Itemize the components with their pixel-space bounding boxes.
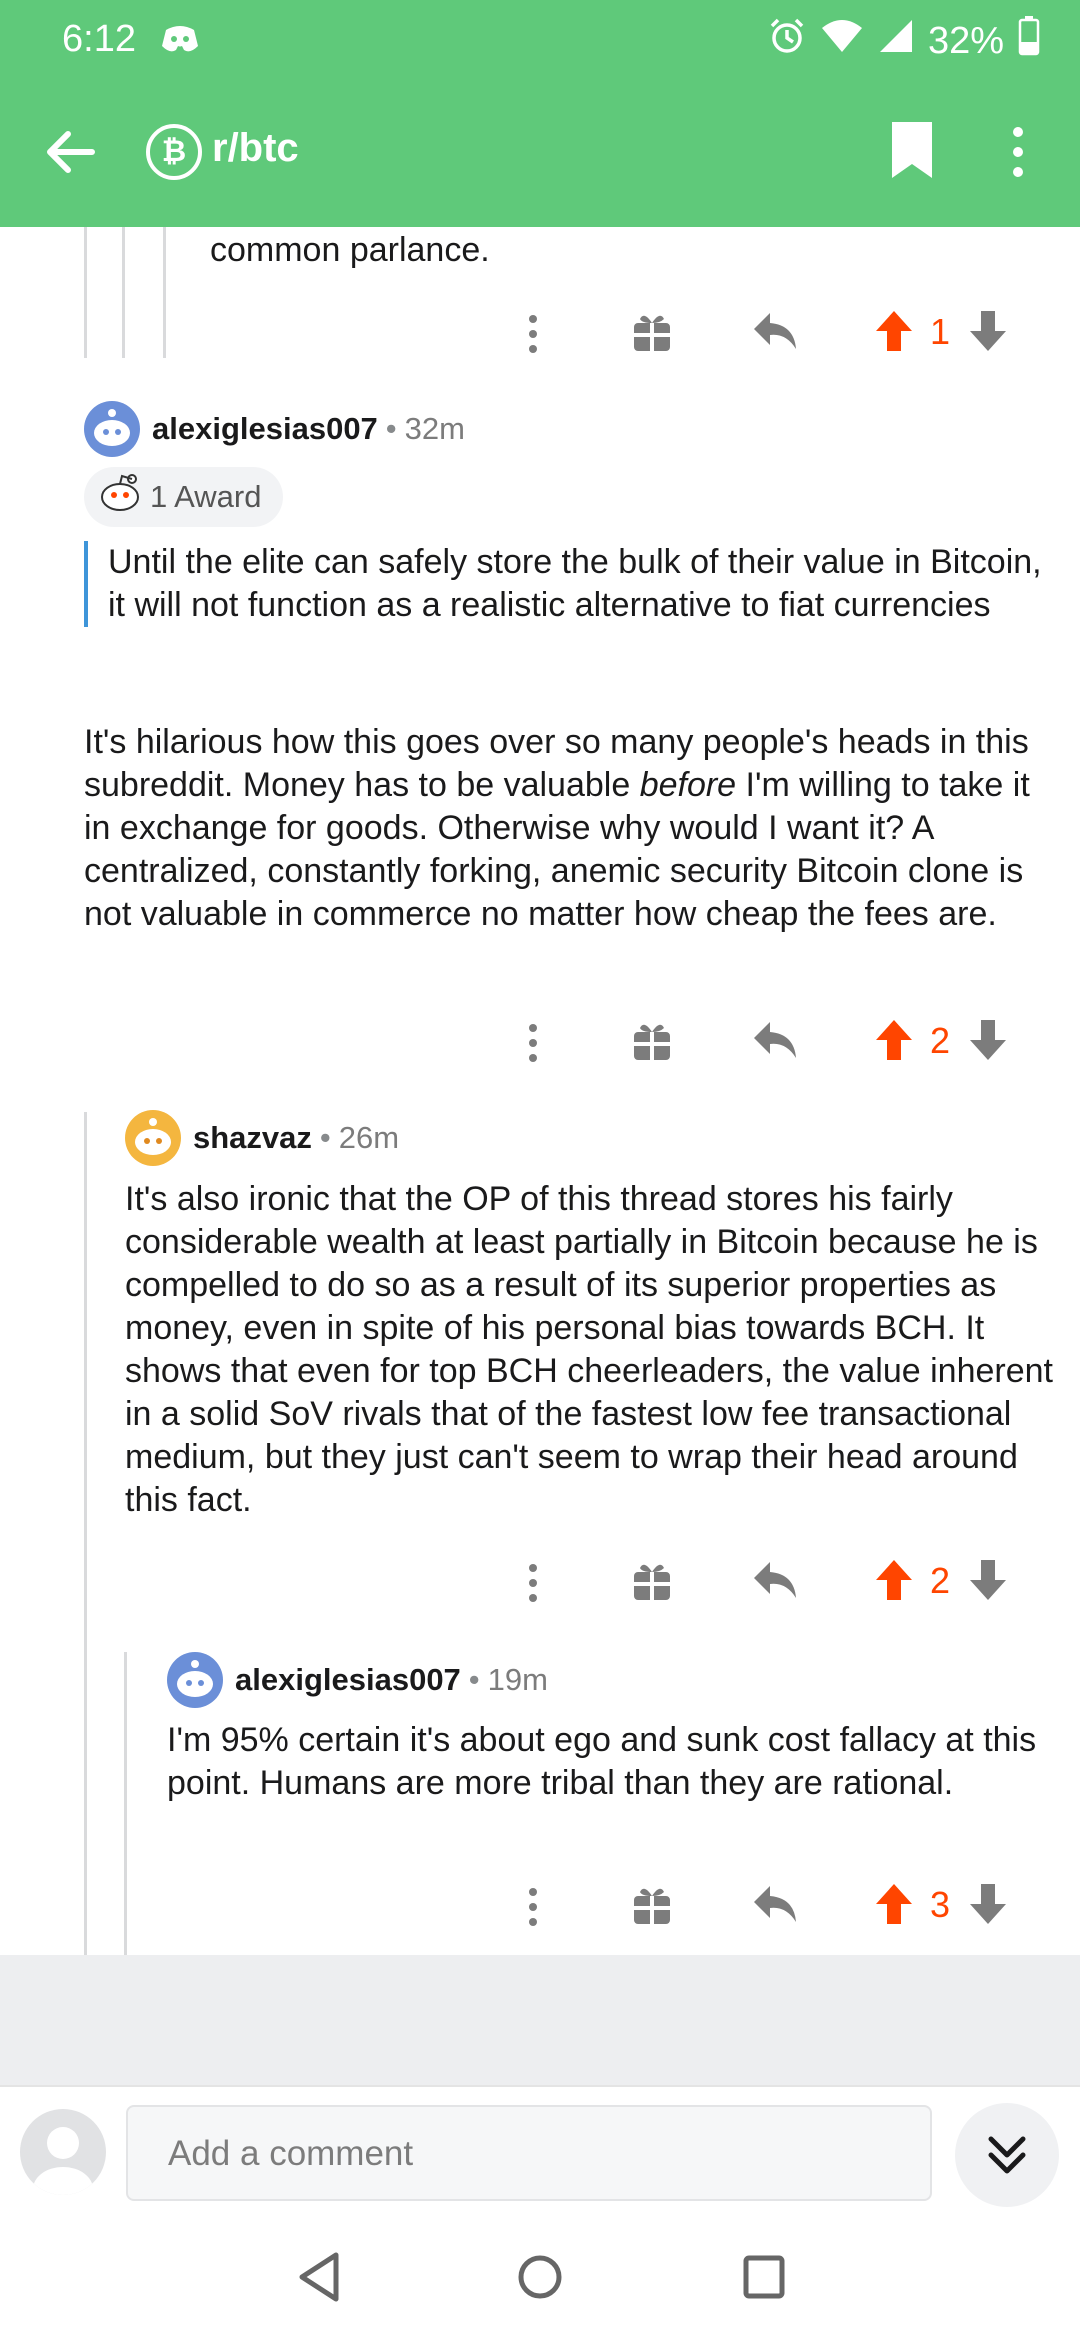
add-comment-input[interactable]: Add a comment	[126, 2105, 932, 2201]
user-avatar[interactable]	[20, 2109, 106, 2195]
chevron-double-down-icon[interactable]	[955, 2103, 1059, 2207]
award-badge[interactable]: 1 Award	[84, 467, 284, 527]
vote-score: 2	[929, 1560, 951, 1601]
avatar[interactable]	[84, 401, 140, 457]
comment-age: 19m	[487, 1662, 548, 1697]
comment-body: It's hilarious how this goes over so man…	[84, 721, 1060, 936]
upvote-icon[interactable]	[874, 1558, 914, 1607]
downvote-icon[interactable]	[968, 1882, 1008, 1931]
bitcoin-icon[interactable]: ₿	[146, 124, 202, 180]
gift-icon[interactable]	[630, 1018, 674, 1067]
comment-actions: 2	[520, 1018, 1040, 1068]
more-vertical-icon[interactable]	[520, 1558, 546, 1613]
thread-line	[84, 1112, 87, 1955]
nav-home-icon[interactable]	[516, 2250, 564, 2309]
comment-body: I'm 95% certain it's about ego and sunk …	[167, 1721, 1037, 1802]
author-name[interactable]: alexiglesias007	[235, 1662, 461, 1698]
avatar[interactable]	[125, 1110, 181, 1166]
vote-score: 3	[929, 1884, 951, 1925]
comment-actions: 2	[520, 1558, 1040, 1608]
gift-icon[interactable]	[630, 1558, 674, 1607]
comment-composer: Add a comment	[0, 2085, 1080, 2220]
downvote-icon[interactable]	[968, 309, 1008, 358]
comment-age: 32m	[404, 411, 465, 446]
downvote-icon[interactable]	[968, 1018, 1008, 1067]
system-navigation-bar	[0, 2220, 1080, 2340]
app-bar: ₿ r/btc	[0, 112, 1080, 192]
thread-line	[163, 227, 166, 358]
reply-icon[interactable]	[752, 1882, 798, 1931]
emphasis-text: before	[639, 766, 737, 804]
reply-icon[interactable]	[752, 1018, 798, 1067]
block-quote: Until the elite can safely store the bul…	[84, 541, 1044, 627]
author-name[interactable]: shazvaz	[193, 1120, 312, 1156]
upvote-icon[interactable]	[874, 1882, 914, 1931]
status-bar: 6:12 32%	[0, 0, 1080, 80]
battery-icon	[1018, 16, 1040, 66]
separator-dot: •	[319, 1120, 331, 1155]
more-vertical-icon[interactable]	[1008, 124, 1028, 185]
gift-icon[interactable]	[630, 309, 674, 358]
upvote-icon[interactable]	[874, 1018, 914, 1067]
wifi-icon	[820, 18, 864, 64]
thread-line	[122, 227, 125, 358]
more-vertical-icon[interactable]	[520, 1018, 546, 1073]
award-icon	[98, 473, 142, 521]
vote-score: 2	[929, 1020, 951, 1061]
bookmark-icon[interactable]	[888, 120, 936, 185]
app-header: 6:12 32% ₿ r/btc	[0, 0, 1080, 227]
comment-author[interactable]: alexiglesias007 • 19m	[167, 1652, 548, 1708]
discord-icon	[160, 24, 200, 59]
comment-author[interactable]: shazvaz • 26m	[125, 1110, 399, 1166]
battery-text: 32%	[927, 19, 1004, 62]
thread-end-spacer	[0, 1955, 1080, 2085]
reply-icon[interactable]	[752, 1558, 798, 1607]
comment-author[interactable]: alexiglesias007 • 32m	[84, 401, 465, 457]
reply-icon[interactable]	[752, 309, 798, 358]
signal-icon	[878, 18, 914, 64]
vote-score: 1	[929, 311, 951, 352]
nav-back-icon[interactable]	[296, 2250, 344, 2309]
back-arrow-icon[interactable]	[44, 126, 96, 183]
upvote-icon[interactable]	[874, 309, 914, 358]
nav-recents-icon[interactable]	[740, 2250, 788, 2309]
previous-comment-text: common parlance.	[210, 231, 490, 269]
author-name[interactable]: alexiglesias007	[152, 411, 378, 447]
comment-actions: 3	[520, 1882, 1040, 1932]
subreddit-title[interactable]: r/btc	[212, 126, 299, 171]
separator-dot: •	[468, 1662, 480, 1697]
separator-dot: •	[385, 411, 397, 446]
more-vertical-icon[interactable]	[520, 1882, 546, 1937]
status-right: 32%	[768, 16, 1040, 66]
status-time: 6:12	[62, 18, 136, 60]
thread-line	[124, 1652, 127, 1955]
thread-line	[84, 227, 87, 358]
comment-body: It's also ironic that the OP of this thr…	[125, 1180, 1053, 1519]
gift-icon[interactable]	[630, 1882, 674, 1931]
more-vertical-icon[interactable]	[520, 309, 546, 364]
comment-actions: 1	[520, 309, 1040, 359]
award-label: 1 Award	[150, 479, 262, 514]
downvote-icon[interactable]	[968, 1558, 1008, 1607]
avatar[interactable]	[167, 1652, 223, 1708]
alarm-icon	[768, 17, 806, 65]
comment-thread: common parlance. 1 alexiglesias007 • 32m…	[0, 227, 1080, 1955]
comment-age: 26m	[338, 1120, 400, 1155]
